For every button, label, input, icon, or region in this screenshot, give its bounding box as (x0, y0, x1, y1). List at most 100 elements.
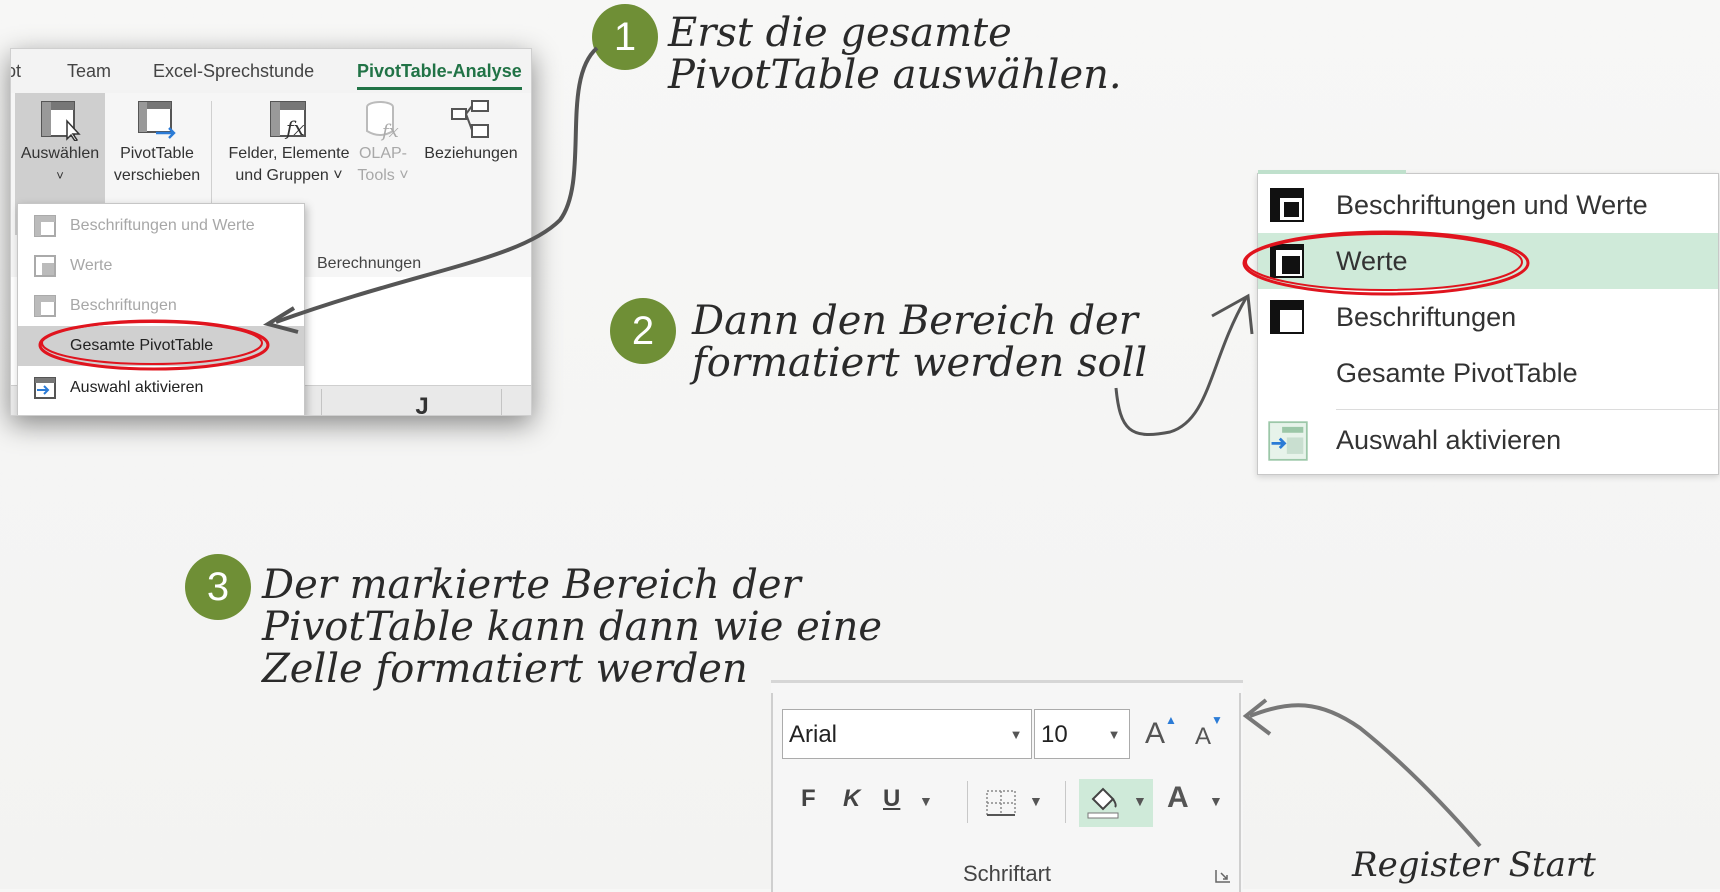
font-name-combo[interactable]: Arial ▼ (782, 709, 1032, 759)
move-pivot-icon (138, 101, 176, 139)
step2-note-line1: Dann den Bereich der (692, 298, 1138, 344)
fill-dropdown-icon[interactable]: ▼ (1133, 793, 1147, 809)
pivottable-label-2: verschieben (113, 167, 201, 184)
menu-item-label: Gesamte PivotTable (70, 337, 214, 354)
caret-down-icon: ▼ (1211, 713, 1223, 727)
menu-item-label: Beschriftungen (1336, 302, 1517, 332)
font-group-ribbon: Arial ▼ 10 ▼ A ▲ A ▼ F K U ▼ ▼ ▼ A ▼ Schri… (771, 680, 1243, 892)
pivot-labels-values-icon (34, 215, 56, 237)
step3-note-line1: Der markierte Bereich der (262, 562, 801, 608)
arrowhead-icon (1211, 293, 1254, 335)
step3-note: Der markierte Bereich der PivotTable kan… (262, 564, 882, 690)
step2-note: Dann den Bereich der formatiert werden s… (692, 300, 1147, 384)
menu-item-label: Beschriftungen und Werte (70, 217, 255, 234)
paint-bucket-icon (1087, 787, 1119, 819)
pivot-select-context-menu: Beschriftungen und Werte Werte Beschrift… (1257, 170, 1719, 475)
underline-dropdown-icon[interactable]: ▼ (919, 793, 933, 809)
pivot-labels-icon (1270, 300, 1304, 334)
felder-label-2: und Gruppen ˅ (235, 167, 343, 184)
step-badge-1: 1 (592, 4, 658, 70)
pivot-values-icon (1270, 244, 1304, 278)
olap-tools-button[interactable]: fx OLAP- Tools ˅ (355, 93, 411, 235)
font-color-button[interactable]: A (1167, 781, 1189, 815)
menu-item-label: Auswahl aktivieren (1336, 425, 1562, 455)
auswaehlen-label: Auswählen (20, 145, 100, 162)
svg-text:fx: fx (380, 121, 399, 141)
pivot-labels-values-icon (1270, 188, 1304, 222)
olap-label-2: Tools ˅ (357, 167, 409, 184)
menu-item-label: Gesamte PivotTable (1336, 358, 1578, 388)
enable-selection-icon (34, 377, 56, 399)
column-header-j[interactable]: J (401, 385, 443, 415)
menu-item-werte[interactable]: Werte (1258, 233, 1718, 289)
column-divider (321, 389, 322, 415)
toolbar-separator (967, 781, 968, 823)
grow-font-button[interactable]: A ▲ (1145, 713, 1177, 751)
step3-note-line3: Zelle formatiert werden (262, 646, 748, 692)
menu-item-beschriftungen-und-werte[interactable]: Beschriftungen und Werte (1258, 177, 1718, 233)
step-badge-3: 3 (185, 554, 251, 620)
menu-item-label: Beschriftungen (70, 297, 177, 314)
menu-top-accent (1258, 170, 1406, 174)
enable-selection-icon (1268, 421, 1308, 461)
bold-button[interactable]: F (801, 785, 816, 813)
menu-item-gesamte-pivottable[interactable]: Gesamte PivotTable (18, 326, 304, 366)
column-divider (501, 389, 502, 415)
tab-pivottable-analyse[interactable]: PivotTable-Analyse (357, 61, 522, 90)
border-dropdown-icon[interactable]: ▼ (1029, 793, 1043, 809)
fill-color-button[interactable]: ▼ (1079, 779, 1153, 827)
italic-button[interactable]: K (843, 785, 860, 813)
menu-item-label: Werte (70, 257, 113, 274)
font-size-combo[interactable]: 10 ▼ (1034, 709, 1130, 759)
excel-ribbon-crop: ɔt Team Excel-Sprechstunde PivotTable-An… (10, 48, 532, 416)
menu-item-auswahl-aktivieren[interactable]: Auswahl aktivieren (1258, 409, 1718, 471)
group-label-schriftart: Schriftart (962, 861, 1052, 886)
arrow-register-start (1249, 703, 1482, 848)
felder-label-1: Felder, Elemente (228, 145, 350, 162)
tab-team[interactable]: Team (67, 61, 111, 82)
auswaehlen-arrow: ˅ (56, 168, 64, 183)
dialog-launcher-icon[interactable] (1215, 869, 1231, 883)
menu-item-beschriftungen[interactable]: Beschriftungen (18, 286, 304, 326)
menu-item-gesamte-pivottable[interactable]: Gesamte PivotTable (1258, 345, 1718, 401)
ribbon-tab-bar: ɔt Team Excel-Sprechstunde PivotTable-An… (11, 49, 531, 93)
grow-font-icon: A (1145, 717, 1166, 750)
tab-partial[interactable]: ɔt (11, 61, 21, 82)
step1-note-line1: Erst die gesamte (668, 10, 1012, 56)
register-start-note: Register Start (1352, 845, 1596, 885)
olap-label-1: OLAP- (358, 145, 407, 162)
step3-note-line2: PivotTable kann dann wie eine (262, 604, 882, 650)
relationships-icon (451, 100, 489, 138)
step2-note-line2: formatiert werden soll (692, 340, 1148, 386)
menu-item-label: Beschriftungen und Werte (1336, 190, 1648, 220)
step1-note: Erst die gesamte PivotTable auswählen. (668, 12, 1122, 96)
beziehungen-button[interactable]: Beziehungen (415, 93, 527, 235)
underline-button[interactable]: U (883, 785, 900, 813)
arrowhead-icon (1242, 698, 1272, 736)
chevron-down-icon[interactable]: ▼ (1007, 710, 1025, 760)
font-color-dropdown-icon[interactable]: ▼ (1209, 793, 1223, 809)
step1-note-line2: PivotTable auswählen. (668, 52, 1122, 98)
chevron-down-icon[interactable]: ▼ (1105, 710, 1123, 760)
menu-item-beschriftungen[interactable]: Beschriftungen (1258, 289, 1718, 345)
pivot-labels-icon (34, 295, 56, 317)
font-size-value: 10 (1041, 721, 1068, 748)
shrink-font-icon: A (1195, 723, 1212, 750)
menu-item-werte[interactable]: Werte (18, 246, 304, 286)
pivot-values-icon (34, 255, 56, 277)
olap-cube-icon: fx (366, 101, 399, 141)
font-name-value: Arial (789, 721, 838, 748)
group-label-berechnungen: Berechnungen (317, 255, 422, 272)
menu-item-label: Werte (1336, 246, 1408, 276)
menu-item-beschriftungen-und-werte[interactable]: Beschriftungen und Werte (18, 206, 304, 246)
toolbar-separator (1065, 781, 1066, 823)
fields-items-icon: fx (270, 101, 306, 140)
menu-item-label: Auswahl aktivieren (70, 379, 204, 396)
auswaehlen-dropdown-menu: Beschriftungen und Werte Werte Beschrift… (17, 203, 305, 415)
caret-up-icon: ▲ (1165, 713, 1177, 727)
shrink-font-button[interactable]: A ▼ (1195, 713, 1223, 751)
border-icon[interactable] (985, 789, 1017, 817)
step-badge-2: 2 (610, 298, 676, 364)
menu-item-auswahl-aktivieren[interactable]: Auswahl aktivieren (18, 368, 304, 408)
tab-excel-sprechstunde[interactable]: Excel-Sprechstunde (153, 61, 314, 82)
